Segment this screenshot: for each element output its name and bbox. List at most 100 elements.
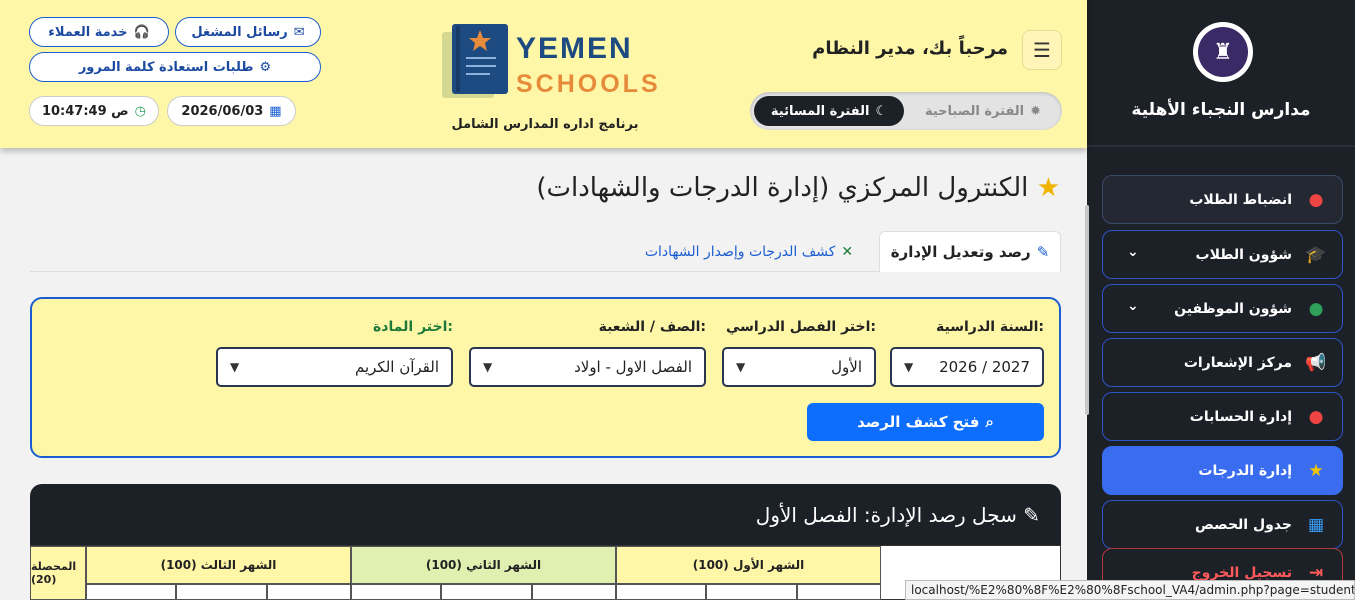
logo-book-icon bbox=[442, 24, 508, 98]
user-x-icon: ● bbox=[1308, 189, 1324, 210]
sidebar-item-notifications[interactable]: مركز الإشعارات 📢 bbox=[1102, 338, 1343, 387]
excel-icon: ✕ bbox=[841, 243, 854, 260]
period-morning-button[interactable]: الفترة الصباحية ✹ bbox=[908, 96, 1058, 126]
page-title-text: الكنترول المركزي (إدارة الدرجات والشهادا… bbox=[536, 173, 1029, 203]
page-scrollbar[interactable] bbox=[1085, 205, 1089, 415]
table-subheader bbox=[441, 584, 532, 600]
sidebar-item-label: شؤون الطلاب bbox=[1195, 246, 1292, 263]
chevron-down-icon: ▼ bbox=[904, 360, 914, 374]
chevron-down-icon: ▼ bbox=[230, 360, 240, 374]
table-subheader bbox=[176, 584, 267, 600]
sidebar-item-label: مركز الإشعارات bbox=[1183, 354, 1292, 371]
crest-icon: ♜ bbox=[1198, 27, 1248, 77]
edit-icon: ✎ bbox=[1023, 503, 1040, 527]
year-select[interactable]: ▼ 2026 / 2027 bbox=[890, 347, 1044, 387]
chevron-down-icon: ▼ bbox=[483, 360, 493, 374]
class-select[interactable]: ▼ الفصل الاول - اولاد bbox=[469, 347, 706, 387]
calendar-icon: ▦ bbox=[1307, 514, 1325, 535]
open-record-button[interactable]: فتح كشف الرصد ⌕ bbox=[807, 403, 1044, 441]
table-header-total: المحصلة (20) bbox=[30, 546, 86, 600]
chevron-down-icon: ▼ bbox=[736, 360, 746, 374]
calendar-icon: ▦ bbox=[269, 103, 282, 119]
year-label: السنة الدراسية: bbox=[936, 319, 1044, 335]
tab-label: رصد وتعديل الإدارة bbox=[890, 243, 1031, 261]
sun-icon: ✹ bbox=[1030, 103, 1042, 119]
table-subheader bbox=[267, 584, 351, 600]
period-evening-label: الفترة المسائية bbox=[770, 103, 870, 119]
sidebar-item-label: شؤون الموظفين bbox=[1174, 300, 1292, 317]
term-select-value: الأول bbox=[831, 358, 862, 376]
customer-service-button[interactable]: خدمة العملاء 🎧 bbox=[29, 17, 169, 47]
date-badge: 2026/06/03 ▦ bbox=[167, 96, 296, 126]
star-icon: ★ bbox=[1036, 173, 1060, 203]
school-logo: ♜ bbox=[1193, 22, 1253, 82]
sidebar-divider bbox=[1087, 145, 1355, 147]
open-record-label: فتح كشف الرصد bbox=[857, 413, 980, 431]
user-gear-icon: ⚙ bbox=[259, 59, 272, 75]
subject-select[interactable]: ▼ القرآن الكريم bbox=[216, 347, 453, 387]
employee-icon: ● bbox=[1308, 298, 1324, 319]
term-select[interactable]: ▼ الأول bbox=[722, 347, 876, 387]
moon-icon: ☾ bbox=[875, 103, 888, 119]
table-header-month1: الشهر الأول (100) bbox=[616, 546, 881, 584]
table-subheader bbox=[86, 584, 176, 600]
table-header-month2: الشهر الثاني (100) bbox=[351, 546, 616, 584]
sidebar-item-students[interactable]: ⌄ شؤون الطلاب 🎓 bbox=[1102, 230, 1343, 279]
edit-icon: ✎ bbox=[1036, 243, 1050, 261]
school-name: مدارس النجباء الأهلية bbox=[1131, 100, 1311, 120]
table-subheader bbox=[706, 584, 797, 600]
period-morning-label: الفترة الصباحية bbox=[924, 103, 1025, 119]
record-title: سجل رصد الإدارة: الفصل الأول ✎ bbox=[620, 503, 1040, 527]
table-subheader bbox=[532, 584, 616, 600]
year-select-value: 2026 / 2027 bbox=[939, 358, 1030, 376]
password-requests-button[interactable]: طلبات استعادة كلمة المرور ⚙ bbox=[29, 52, 321, 82]
record-title-text: سجل رصد الإدارة: الفصل الأول bbox=[755, 503, 1017, 527]
operator-messages-button[interactable]: رسائل المشغل ✉ bbox=[175, 17, 321, 47]
sidebar-item-discipline[interactable]: انضباط الطلاب ● bbox=[1102, 175, 1343, 224]
class-label: الصف / الشعبة: bbox=[598, 319, 706, 335]
sidebar-item-label: انضباط الطلاب bbox=[1189, 191, 1292, 208]
star-icon: ★ bbox=[1308, 460, 1324, 481]
hamburger-icon: ☰ bbox=[1033, 38, 1051, 62]
subject-label: اختر المادة: bbox=[373, 319, 453, 335]
class-select-value: الفصل الاول - اولاد bbox=[574, 358, 692, 376]
customer-service-label: خدمة العملاء bbox=[48, 24, 128, 40]
clock-badge: 10:47:49 ص ◷ bbox=[29, 96, 159, 126]
password-requests-label: طلبات استعادة كلمة المرور bbox=[78, 59, 254, 75]
table-header-total-label: المحصلة (20) bbox=[31, 560, 77, 586]
sidebar-item-employees[interactable]: ⌄ شؤون الموظفين ● bbox=[1102, 284, 1343, 333]
user-gear-icon: ● bbox=[1308, 406, 1324, 427]
sidebar-item-label: إدارة الحسابات bbox=[1189, 408, 1292, 425]
envelope-icon: ✉ bbox=[293, 24, 305, 40]
logo-subtitle: برنامج اداره المدارس الشامل bbox=[451, 117, 639, 132]
sidebar-item-schedule[interactable]: جدول الحصص ▦ bbox=[1102, 500, 1343, 549]
term-label: اختر الفصل الدراسي: bbox=[725, 319, 876, 335]
status-bar-url: localhost/%E2%80%8F%E2%80%8Fschool_VA4/a… bbox=[905, 580, 1355, 600]
sidebar-item-label: جدول الحصص bbox=[1195, 516, 1292, 533]
chevron-down-icon: ⌄ bbox=[1127, 298, 1139, 314]
table-subheader bbox=[351, 584, 441, 600]
sidebar-item-label: إدارة الدرجات bbox=[1198, 462, 1292, 479]
tab-grade-report[interactable]: كشف الدرجات وإصدار الشهادات ✕ bbox=[630, 231, 868, 272]
search-icon: ⌕ bbox=[985, 413, 994, 431]
period-evening-button[interactable]: الفترة المسائية ☾ bbox=[754, 96, 904, 126]
table-subheader bbox=[616, 584, 706, 600]
chevron-down-icon: ⌄ bbox=[1127, 244, 1139, 260]
table-subheader bbox=[797, 584, 881, 600]
sidebar-item-accounts[interactable]: إدارة الحسابات ● bbox=[1102, 392, 1343, 441]
logo-word-schools: SCHOOLS bbox=[516, 70, 661, 98]
sidebar-item-grades[interactable]: إدارة الدرجات ★ bbox=[1102, 446, 1343, 495]
welcome-text: مرحباً بك، مدير النظام bbox=[812, 38, 1008, 59]
headset-icon: 🎧 bbox=[133, 24, 150, 40]
menu-toggle-button[interactable]: ☰ bbox=[1022, 30, 1062, 70]
clock-time: 10:47:49 ص bbox=[41, 103, 129, 119]
tab-label: كشف الدرجات وإصدار الشهادات bbox=[644, 243, 836, 260]
graduate-icon: 🎓 bbox=[1305, 244, 1327, 265]
megaphone-icon: 📢 bbox=[1305, 352, 1327, 373]
page-title: الكنترول المركزي (إدارة الدرجات والشهادا… bbox=[520, 173, 1060, 203]
subject-select-value: القرآن الكريم bbox=[354, 358, 439, 376]
sidebar-item-label: تسجيل الخروج bbox=[1191, 564, 1292, 581]
date-text: 2026/06/03 bbox=[181, 103, 264, 119]
tab-admin-entry[interactable]: رصد وتعديل الإدارة ✎ bbox=[879, 231, 1061, 272]
clock-icon: ◷ bbox=[134, 103, 147, 119]
